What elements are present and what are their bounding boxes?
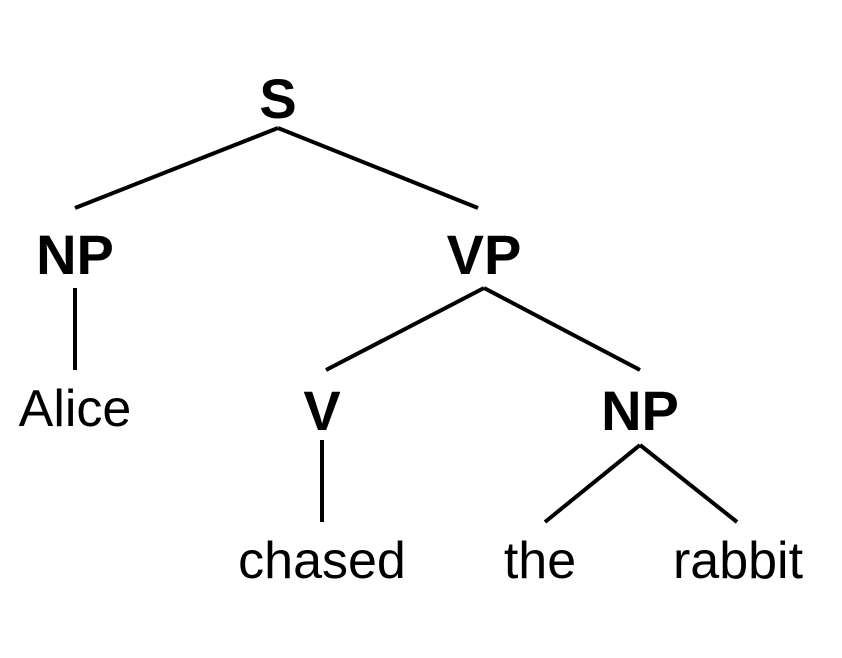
node-s: S	[259, 67, 296, 130]
word-alice: Alice	[19, 380, 132, 438]
node-np-object: NP	[601, 379, 679, 442]
word-the: the	[504, 532, 576, 590]
word-chased: chased	[238, 532, 406, 590]
edge-vp-np	[483, 286, 641, 372]
edge-vp-v	[325, 286, 485, 372]
edge-s-vp	[277, 126, 479, 210]
edge-np-rabbit	[638, 443, 739, 524]
node-v: V	[303, 379, 340, 442]
parse-tree-diagram: S NP VP V NP Alice chased the rabbit	[19, 67, 804, 590]
edge-np-the	[543, 443, 642, 524]
node-vp: VP	[447, 223, 522, 286]
edge-s-np	[74, 126, 279, 210]
node-np-subject: NP	[36, 223, 114, 286]
word-rabbit: rabbit	[673, 532, 804, 590]
